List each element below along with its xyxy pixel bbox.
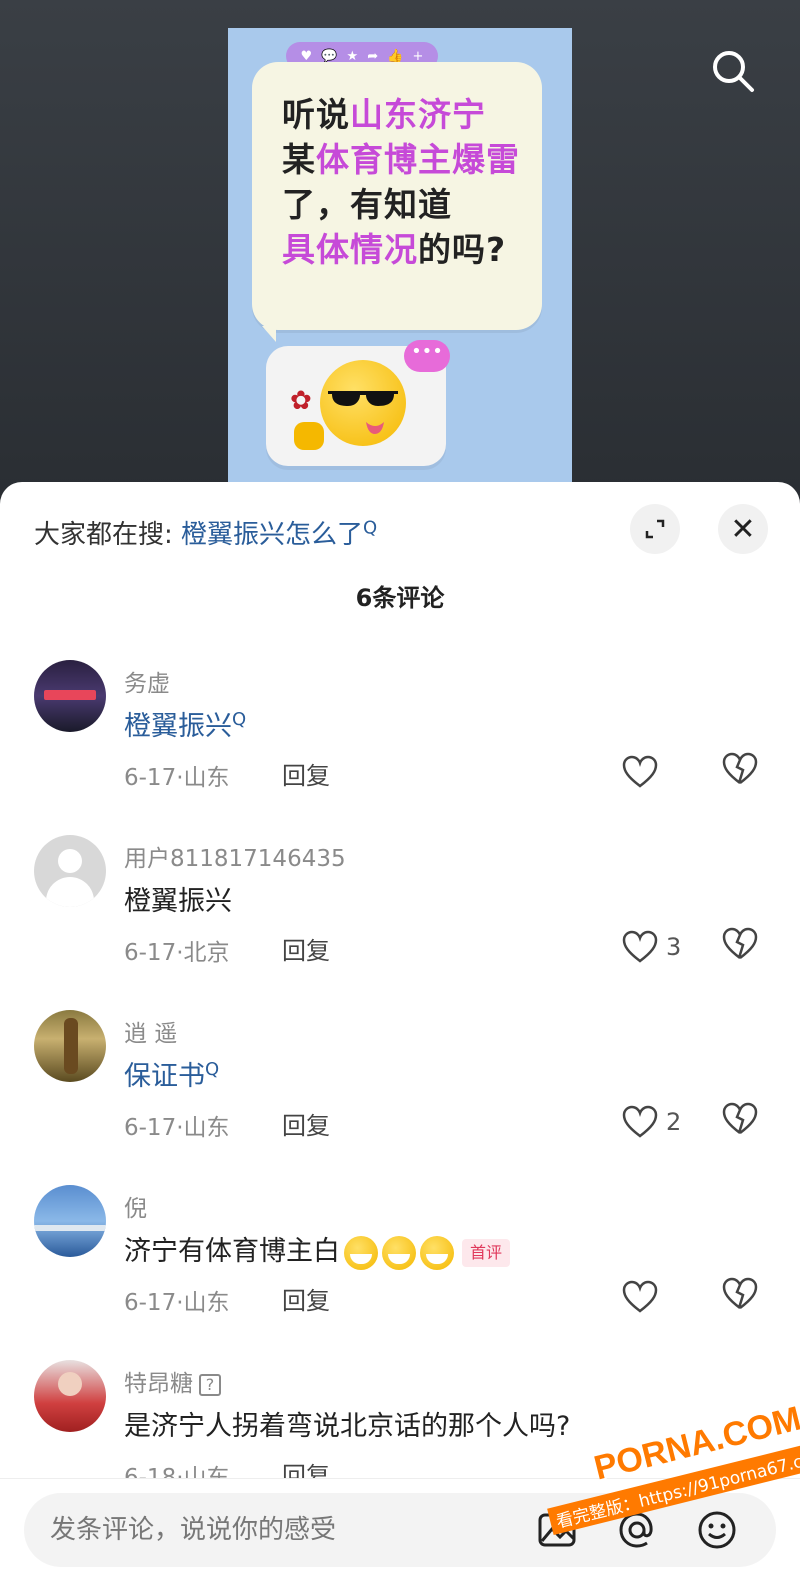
cool-face-emoji-icon — [320, 360, 406, 446]
rose-icon: ✿ — [290, 386, 312, 416]
heart-icon — [622, 755, 658, 788]
laugh-cry-emoji-icon — [344, 1235, 378, 1270]
reply-button[interactable]: 回复 — [282, 931, 330, 966]
dislike-button[interactable] — [722, 927, 762, 967]
broken-heart-icon — [722, 1277, 758, 1309]
comment-username[interactable]: 逍 遥 — [124, 1014, 177, 1048]
like-count: 3 — [666, 933, 682, 961]
laugh-cry-emoji-icon — [382, 1235, 416, 1270]
dislike-button[interactable] — [722, 752, 762, 792]
first-comment-badge: 首评 — [462, 1238, 511, 1267]
like-button[interactable] — [622, 752, 666, 792]
comment-text[interactable]: 橙翼振兴Q — [124, 704, 246, 743]
comment-text: 是济宁人拐着弯说北京话的那个人吗? — [124, 1411, 571, 1442]
image-icon — [538, 1513, 576, 1547]
image-button[interactable] — [536, 1509, 578, 1551]
comment-item: 逍 遥 保证书Q 6-17·山东 回复 2 — [0, 1010, 800, 1180]
comment-meta: 6-17·山东 — [124, 1115, 230, 1141]
expand-icon — [645, 519, 665, 539]
search-icon — [713, 51, 754, 92]
comment-username[interactable]: 倪 — [124, 1189, 147, 1223]
laugh-cry-emoji-icon — [420, 1235, 454, 1270]
hand-icon — [294, 422, 324, 450]
smiley-icon — [698, 1511, 736, 1549]
avatar[interactable] — [34, 1010, 106, 1082]
broken-heart-icon — [722, 752, 758, 784]
heart-icon — [622, 1105, 658, 1138]
comment-meta: 6-17·山东 — [124, 1290, 230, 1316]
avatar[interactable] — [34, 660, 106, 732]
trending-search[interactable]: 大家都在搜: 橙翼振兴怎么了Q — [34, 514, 377, 551]
heart-icon — [622, 930, 658, 963]
reply-button[interactable]: 回复 — [282, 1281, 330, 1316]
comment-count: 6条评论 — [355, 584, 445, 612]
close-button[interactable]: ✕ — [718, 504, 768, 554]
close-icon: ✕ — [730, 511, 756, 547]
comment-item: 用户811817146435 橙翼振兴 6-17·北京 回复 3 — [0, 835, 800, 1005]
search-small-icon: Q — [232, 709, 247, 730]
search-small-icon: Q — [363, 517, 378, 539]
mention-button[interactable] — [616, 1509, 658, 1551]
comment-meta: 6-17·山东 — [124, 765, 230, 791]
dislike-button[interactable] — [722, 1102, 762, 1142]
broken-heart-icon — [722, 927, 758, 959]
heart-icon — [622, 1280, 658, 1313]
avatar[interactable] — [34, 1360, 106, 1432]
dislike-button[interactable] — [722, 1277, 762, 1317]
search-small-icon: Q — [205, 1059, 220, 1080]
comment-input[interactable] — [50, 1493, 530, 1567]
video-frame[interactable]: ♥ 💬 ★ ➦ 👍 + 听说山东济宁 某体育博主爆雷了，有知道 具体情况的吗? … — [228, 28, 572, 500]
like-button[interactable]: 2 — [622, 1102, 681, 1142]
avatar[interactable] — [34, 835, 106, 907]
comment-text[interactable]: 保证书Q — [124, 1054, 219, 1093]
expand-button[interactable] — [630, 504, 680, 554]
comment-item: 倪 济宁有体育博主白 首评 6-17·山东 回复 — [0, 1185, 800, 1355]
comment-text: 橙翼振兴 — [124, 886, 232, 917]
emoji-button[interactable] — [696, 1509, 738, 1551]
question-icon: ? — [199, 1373, 221, 1396]
comment-username[interactable]: 特昂糖? — [124, 1364, 221, 1398]
like-button[interactable] — [622, 1277, 666, 1317]
comment-text: 济宁有体育博主白 首评 — [124, 1229, 511, 1270]
avatar[interactable] — [34, 1185, 106, 1257]
trending-link[interactable]: 橙翼振兴怎么了 — [181, 520, 363, 550]
headline-text: 听说山东济宁 某体育博主爆雷了，有知道 具体情况的吗? — [282, 95, 520, 269]
comment-username[interactable]: 用户811817146435 — [124, 839, 346, 873]
at-icon — [619, 1512, 653, 1548]
headline-bubble: 听说山东济宁 某体育博主爆雷了，有知道 具体情况的吗? — [252, 62, 542, 342]
comment-item: 务虚 橙翼振兴Q 6-17·山东 回复 — [0, 660, 800, 830]
comment-meta: 6-17·北京 — [124, 940, 230, 966]
comment-username[interactable]: 务虚 — [124, 664, 170, 698]
comment-sheet: 大家都在搜: 橙翼振兴怎么了Q ✕ 6条评论 务虚 橙翼振兴Q 6-17·山东 … — [0, 482, 800, 1585]
comment-input-bar — [0, 1478, 800, 1585]
search-button[interactable] — [708, 46, 758, 96]
like-button[interactable]: 3 — [622, 927, 681, 967]
reply-button[interactable]: 回复 — [282, 1106, 330, 1141]
reply-button[interactable]: 回复 — [282, 756, 330, 791]
like-count: 2 — [666, 1108, 682, 1136]
broken-heart-icon — [722, 1102, 758, 1134]
comment-input-container[interactable] — [24, 1493, 776, 1567]
typing-dots: ••• — [404, 340, 450, 372]
